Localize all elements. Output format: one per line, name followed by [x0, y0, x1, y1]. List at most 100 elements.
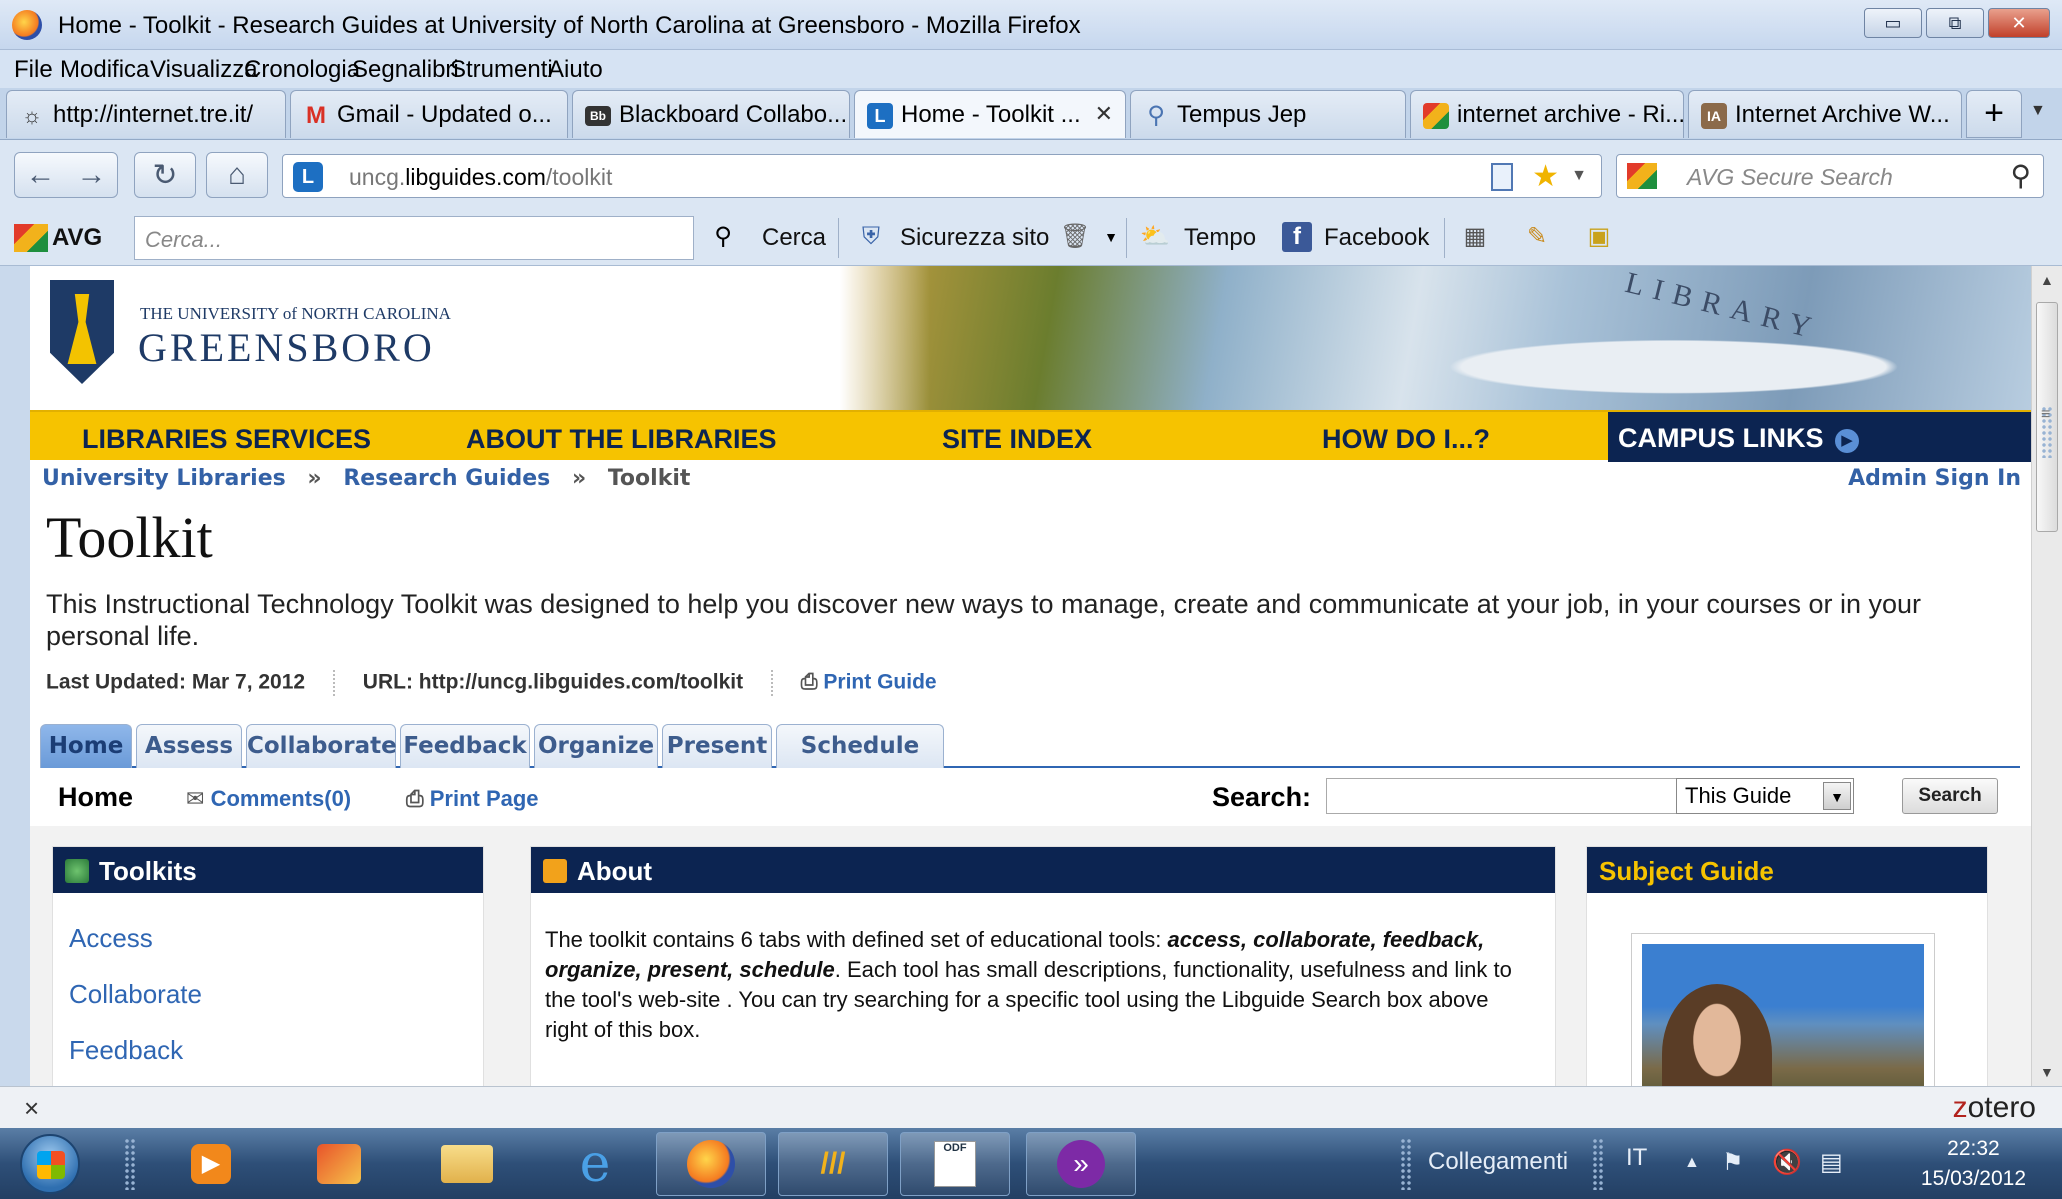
- paint-icon[interactable]: [284, 1132, 394, 1196]
- nav-how-do-i[interactable]: HOW DO I...?: [1322, 424, 1490, 455]
- about-box: About The toolkit contains 6 tabs with d…: [530, 846, 1556, 1086]
- winamp-icon[interactable]: ///: [778, 1132, 888, 1196]
- new-tab-button[interactable]: +: [1966, 90, 2022, 138]
- guide-search-input[interactable]: [1326, 778, 1682, 814]
- nav-libraries-services[interactable]: LIBRARIES SERVICES: [82, 424, 371, 455]
- breadcrumb-research-guides[interactable]: Research Guides: [343, 466, 550, 491]
- tab-blackboard[interactable]: Bb Blackboard Collabo...: [572, 90, 850, 138]
- print-guide-link[interactable]: ⎙ Print Guide: [801, 671, 937, 694]
- rss-page-icon[interactable]: [1491, 163, 1513, 191]
- facebook-button[interactable]: Facebook: [1324, 224, 1429, 252]
- tab-present[interactable]: Present: [662, 724, 772, 768]
- zotero-close-icon[interactable]: ×: [24, 1093, 39, 1124]
- chevron-down-icon[interactable]: ▼: [1823, 782, 1851, 810]
- tab-label: internet archive - Ri...: [1457, 101, 1684, 128]
- start-button[interactable]: [20, 1134, 80, 1194]
- url-dropdown-icon[interactable]: ▼: [1571, 167, 1587, 185]
- media-player-icon[interactable]: ▶: [156, 1132, 266, 1196]
- tab-wayback[interactable]: IA Internet Archive W...: [1688, 90, 1962, 138]
- notepad-icon[interactable]: ✎: [1522, 222, 1552, 252]
- nav-site-index[interactable]: SITE INDEX: [942, 424, 1092, 455]
- tab-gmail[interactable]: M Gmail - Updated o...: [290, 90, 568, 138]
- uncg-logo-icon[interactable]: [50, 280, 114, 384]
- minimize-button[interactable]: ▭: [1864, 8, 1922, 38]
- guide-search-button[interactable]: Search: [1902, 778, 1998, 814]
- page-scrollbar[interactable]: ▲ ≡ ▼: [2031, 266, 2062, 1086]
- site-safety-button[interactable]: Sicurezza sito: [900, 224, 1049, 252]
- site-identity-icon[interactable]: L: [293, 162, 323, 192]
- avg-brand[interactable]: AVG: [52, 224, 102, 252]
- tab-tre[interactable]: ☼ http://internet.tre.it/: [6, 90, 286, 138]
- back-icon[interactable]: ←: [26, 158, 56, 192]
- avg-search-button[interactable]: Cerca: [762, 224, 826, 252]
- print-page-link[interactable]: ⎙ Print Page: [406, 786, 539, 812]
- address-bar[interactable]: L uncg.libguides.com/toolkit ★ ▼: [282, 154, 1602, 198]
- network-icon[interactable]: ▤: [1820, 1148, 1843, 1177]
- action-center-flag-icon[interactable]: ⚑: [1722, 1148, 1744, 1177]
- university-name-line1[interactable]: THE UNIVERSITY of NORTH CAROLINA: [140, 304, 451, 324]
- language-indicator[interactable]: IT: [1626, 1144, 1647, 1172]
- search-scope-select[interactable]: This Guide ▼: [1676, 778, 1854, 814]
- system-clock[interactable]: 22:32 15/03/2012: [1921, 1134, 2026, 1194]
- volume-muted-icon[interactable]: 🔇: [1772, 1148, 1802, 1177]
- tab-toolkit[interactable]: L Home - Toolkit ... ✕: [854, 90, 1126, 138]
- weather-icon[interactable]: ⛅: [1140, 222, 1170, 252]
- tab-schedule[interactable]: Schedule: [776, 724, 944, 768]
- trash-icon[interactable]: 🗑: [1060, 222, 1090, 252]
- breadcrumb-university-libraries[interactable]: University Libraries: [42, 466, 286, 491]
- university-name-line2[interactable]: GREENSBORO: [138, 324, 435, 371]
- firefox-taskbar-icon[interactable]: [656, 1132, 766, 1196]
- tab-organize[interactable]: Organize: [534, 724, 658, 768]
- menu-visualizza[interactable]: Visualizza: [150, 56, 258, 84]
- explorer-folder-icon[interactable]: [412, 1132, 522, 1196]
- reload-button[interactable]: ↻: [134, 152, 196, 198]
- toolkit-link-collaborate[interactable]: Collaborate: [69, 979, 202, 1010]
- comments-link[interactable]: ✉ Comments(0): [186, 786, 351, 812]
- tab-internet-archive[interactable]: internet archive - Ri...: [1410, 90, 1684, 138]
- magnifier-icon[interactable]: ⚲: [2010, 159, 2031, 192]
- bookmark-star-icon[interactable]: ★: [1532, 159, 1559, 194]
- tab-tempus[interactable]: ⚲ Tempus Jep: [1130, 90, 1406, 138]
- menu-cronologia[interactable]: Cronologia: [244, 56, 360, 84]
- restore-button[interactable]: ⧉: [1926, 8, 1984, 38]
- zotero-logo[interactable]: zotero: [1953, 1091, 2036, 1125]
- web-search-box[interactable]: AVG Secure Search ⚲: [1616, 154, 2044, 198]
- avg-search-engine-icon[interactable]: [1627, 163, 1657, 189]
- show-hidden-icons[interactable]: ▲: [1684, 1154, 1700, 1172]
- avg-logo-icon[interactable]: [14, 224, 48, 252]
- menu-segnalibri[interactable]: Segnalibri: [352, 56, 459, 84]
- tab-feedback[interactable]: Feedback: [400, 724, 530, 768]
- home-button[interactable]: ⌂: [206, 152, 268, 198]
- internet-explorer-icon[interactable]: e: [540, 1132, 650, 1196]
- app-arrow-icon[interactable]: »: [1026, 1132, 1136, 1196]
- close-tab-icon[interactable]: ✕: [1095, 101, 1113, 127]
- menu-file[interactable]: File: [14, 56, 53, 84]
- admin-sign-in-link[interactable]: Admin Sign In: [1848, 466, 2021, 491]
- nav-campus-links[interactable]: CAMPUS LINKS ▶: [1608, 412, 2031, 462]
- toolkit-link-access[interactable]: Access: [69, 923, 153, 954]
- tab-assess[interactable]: Assess: [136, 724, 242, 768]
- tab-list-icon[interactable]: ▼: [2030, 102, 2046, 120]
- search-icon[interactable]: ⚲: [708, 222, 738, 252]
- avg-search-input[interactable]: Cerca...: [134, 216, 694, 260]
- facebook-icon[interactable]: f: [1282, 222, 1312, 252]
- menu-modifica[interactable]: Modifica: [60, 56, 149, 84]
- close-window-button[interactable]: ✕: [1988, 8, 2050, 38]
- scroll-down-icon[interactable]: ▼: [2040, 1064, 2054, 1080]
- forward-icon[interactable]: →: [77, 158, 107, 192]
- nav-about-libraries[interactable]: ABOUT THE LIBRARIES: [466, 424, 777, 455]
- toolkit-link-feedback[interactable]: Feedback: [69, 1035, 183, 1066]
- shield-icon[interactable]: ⛨: [856, 222, 886, 252]
- odf-document-icon[interactable]: ODF: [900, 1132, 1010, 1196]
- menu-strumenti[interactable]: Strumenti: [450, 56, 553, 84]
- links-toolbar[interactable]: Collegamenti: [1428, 1148, 1568, 1176]
- trash-dropdown-icon[interactable]: ▼: [1096, 222, 1126, 252]
- tab-collaborate[interactable]: Collaborate: [246, 724, 397, 768]
- calculator-icon[interactable]: ▦: [1460, 222, 1490, 252]
- weather-button[interactable]: Tempo: [1184, 224, 1256, 252]
- url-text[interactable]: uncg.libguides.com/toolkit: [349, 164, 612, 191]
- tab-home[interactable]: Home: [40, 724, 132, 768]
- scroll-up-icon[interactable]: ▲: [2040, 272, 2054, 288]
- screenshot-icon[interactable]: ▣: [1584, 222, 1614, 252]
- menu-aiuto[interactable]: Aiuto: [548, 56, 603, 84]
